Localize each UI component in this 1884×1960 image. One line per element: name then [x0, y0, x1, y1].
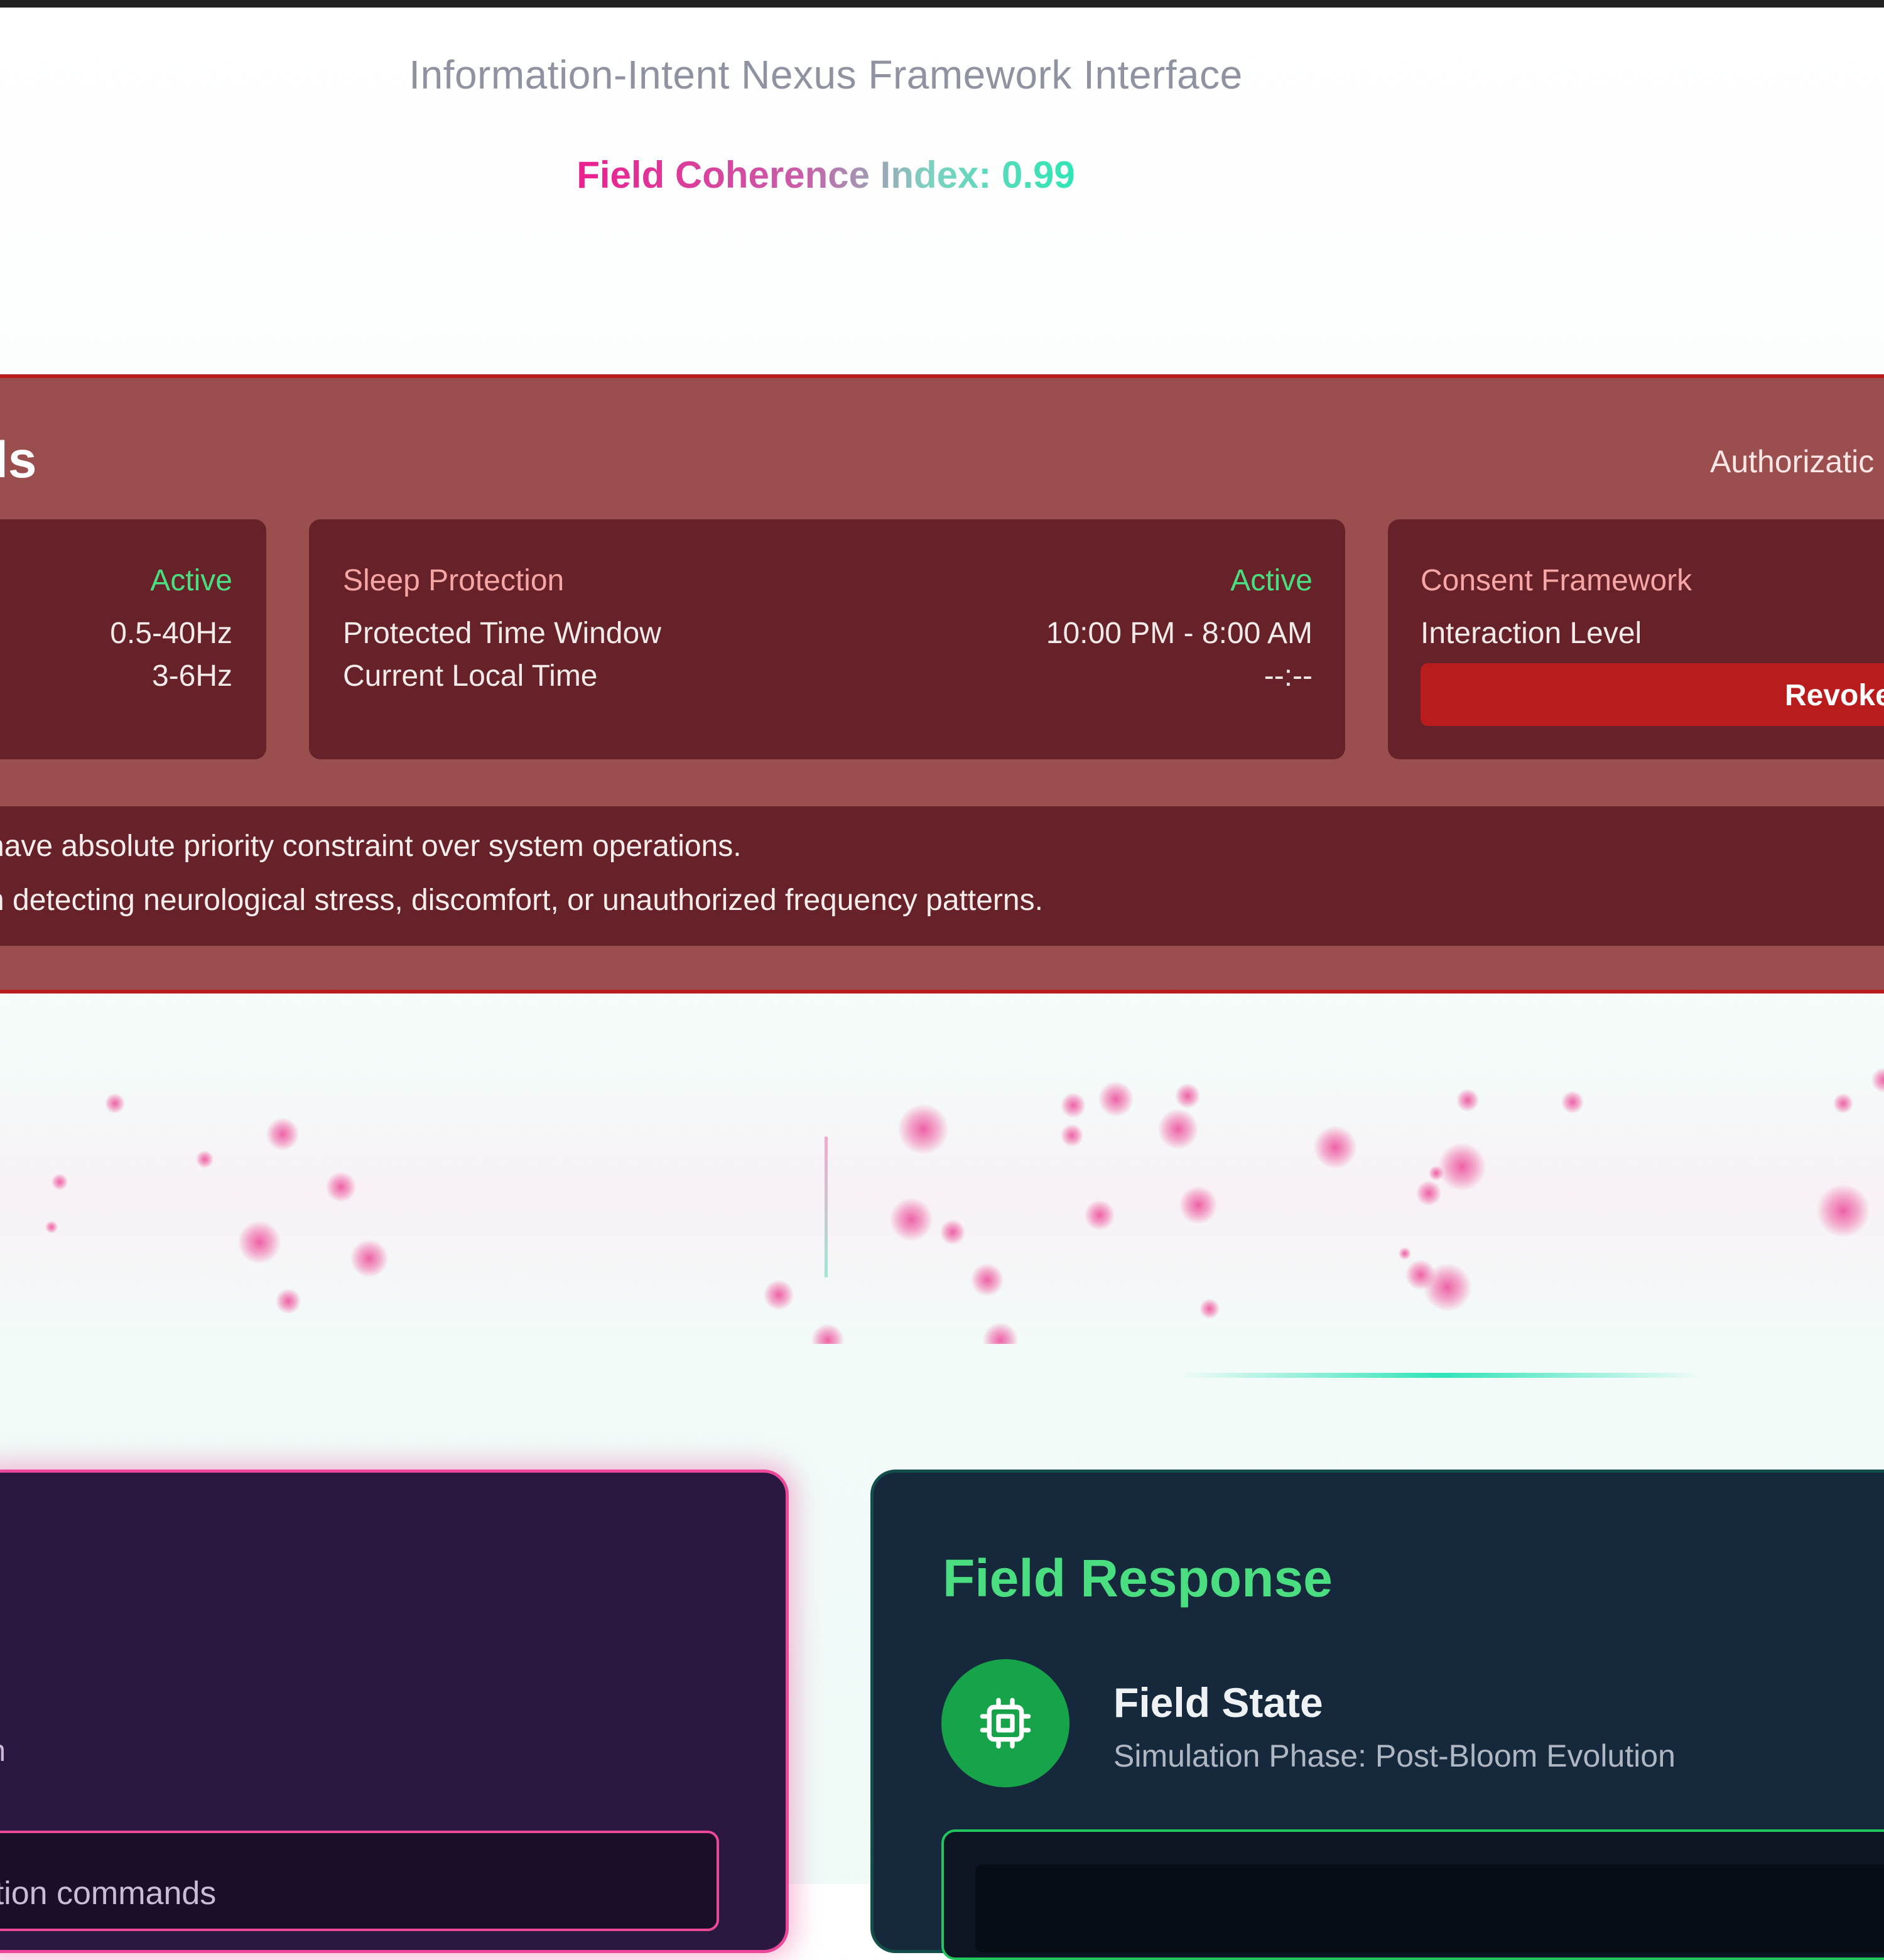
field-particle [940, 1220, 965, 1245]
field-particle [1416, 1181, 1441, 1206]
field-particle [276, 1289, 301, 1314]
field-response-output [941, 1829, 1884, 1960]
safety-notice: have absolute priority constraint over s… [0, 806, 1884, 946]
field-particle [1061, 1093, 1086, 1118]
field-state-badge [941, 1659, 1069, 1787]
field-response-title: Field Response [943, 1549, 1333, 1608]
field-particle [1429, 1166, 1444, 1181]
field-particle [1098, 1081, 1134, 1117]
field-particle [196, 1151, 214, 1168]
protected-window-value: 10:00 PM - 8:00 AM [1046, 617, 1313, 650]
field-state-title: Field State [1113, 1679, 1323, 1726]
field-particle [1438, 1143, 1486, 1191]
particle-field-visualization [0, 1068, 1884, 1344]
consent-framework-card: Consent Framework Interaction Level Revo… [1388, 519, 1884, 759]
window-top-bar [0, 0, 1884, 8]
authorization-label: Authorizatic [1710, 444, 1875, 479]
field-particle [105, 1093, 125, 1113]
field-particle [898, 1104, 948, 1154]
field-particle [764, 1280, 794, 1310]
field-state-subtitle: Simulation Phase: Post-Bloom Evolution [1113, 1738, 1676, 1773]
simulation-command-input[interactable] [0, 1831, 719, 1931]
field-coherence-index: Field Coherence Index: 0.99 [0, 153, 1652, 197]
field-glow-line [1181, 1373, 1702, 1378]
revoke-consent-button[interactable]: Revoke [1421, 663, 1884, 726]
field-particle [238, 1221, 281, 1264]
field-cursor-line [825, 1137, 828, 1277]
field-particle [890, 1198, 933, 1241]
field-particle [983, 1323, 1018, 1344]
interaction-level-label: Interaction Level [1421, 617, 1642, 650]
field-particle [1314, 1126, 1356, 1169]
field-particle [266, 1118, 299, 1151]
consent-framework-title: Consent Framework [1421, 564, 1692, 597]
frequency-card: Active 0.5-40Hz 3-6Hz [0, 519, 266, 759]
intent-panel-subtitle: ution [0, 1734, 6, 1768]
field-particle [971, 1264, 1004, 1296]
field-particle [1175, 1083, 1200, 1108]
field-particle [1399, 1247, 1411, 1260]
sleep-protection-status: Active [1230, 564, 1313, 597]
local-time-label: Current Local Time [343, 659, 598, 693]
field-particle [326, 1172, 356, 1202]
field-particle [45, 1221, 58, 1233]
local-time-value: --:-- [1264, 659, 1313, 693]
field-particle [1561, 1091, 1584, 1113]
frequency-status: Active [150, 564, 232, 597]
field-particle [1817, 1184, 1870, 1237]
field-particle [1199, 1299, 1220, 1319]
field-response-output-inner [975, 1865, 1884, 1952]
field-particle [1179, 1186, 1217, 1224]
safety-protocols-panel: ols Authorizatic Active 0.5-40Hz 3-6Hz S… [0, 374, 1884, 994]
safety-notice-line-1: have absolute priority constraint over s… [0, 830, 742, 863]
cpu-chip-icon [980, 1697, 1031, 1749]
frequency-secondary-value: 3-6Hz [151, 659, 232, 693]
field-coherence-index-text: Field Coherence Index: 0.99 [577, 154, 1075, 196]
safety-panel-title: ols [0, 431, 37, 489]
field-particle [1424, 1264, 1471, 1311]
page-subtitle: Information-Intent Nexus Framework Inter… [409, 52, 1243, 97]
safety-notice-line-2: n detecting neurological stress, discomf… [0, 884, 1043, 917]
revoke-button-label: Revoke [1785, 679, 1884, 712]
sleep-protection-card: Sleep Protection Active Protected Time W… [309, 519, 1345, 759]
field-particle [1871, 1068, 1884, 1093]
field-particle [1456, 1089, 1479, 1112]
field-response-panel: Field Response Field State Simulation Ph… [870, 1470, 1884, 1960]
field-particle [1061, 1124, 1083, 1147]
frequency-range-value: 0.5-40Hz [110, 617, 232, 650]
field-particle [1085, 1200, 1115, 1230]
intent-input-panel: ution [0, 1470, 789, 1953]
sleep-protection-title: Sleep Protection [343, 564, 565, 597]
field-particle [811, 1324, 844, 1344]
field-particle [350, 1240, 388, 1277]
protected-window-label: Protected Time Window [343, 617, 661, 650]
field-particle [1158, 1109, 1198, 1149]
field-particle [1833, 1093, 1853, 1113]
field-particle [51, 1174, 68, 1190]
